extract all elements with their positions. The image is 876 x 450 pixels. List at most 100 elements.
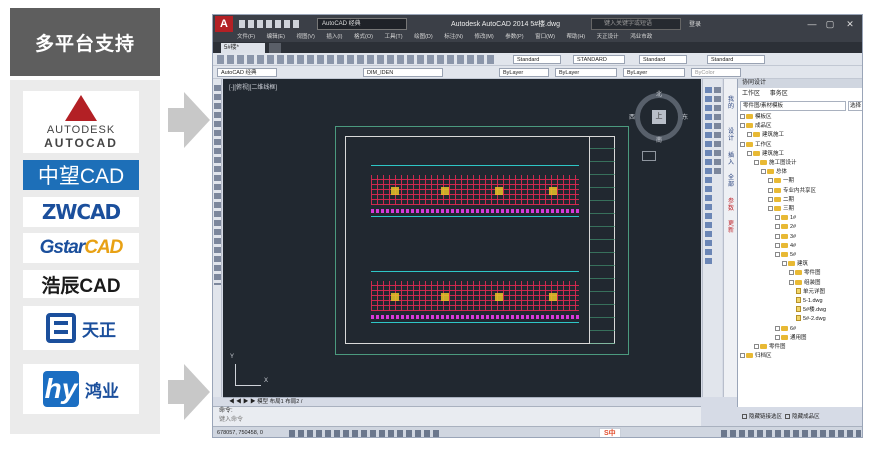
workspace-dropdown[interactable]: AutoCAD 经典 <box>317 18 407 30</box>
menu-hongye[interactable]: 鸿业市政 <box>630 34 652 40</box>
hide-link-checkbox[interactable] <box>742 414 747 419</box>
tree-folder[interactable]: 三期 <box>768 205 794 214</box>
expand-toggle-icon[interactable] <box>775 252 780 257</box>
dim-style-combo[interactable]: STANDARD <box>573 55 625 64</box>
command-input[interactable]: 键入命令 <box>219 416 701 425</box>
close-button[interactable]: ✕ <box>843 17 857 31</box>
menu-edit[interactable]: 编辑(E) <box>267 34 285 40</box>
table-style-combo[interactable]: Standard <box>639 55 687 64</box>
draw-tool-icons[interactable] <box>214 85 221 285</box>
expand-toggle-icon[interactable] <box>789 270 794 276</box>
viewcube[interactable]: 上 北 西 东 南 <box>629 92 688 144</box>
drafting-toggle-icons[interactable] <box>289 430 439 437</box>
expand-toggle-icon[interactable] <box>768 187 773 193</box>
new-tab-button[interactable] <box>269 43 281 53</box>
tree-folder[interactable]: 零件图 <box>754 343 786 352</box>
tree-folder[interactable]: 施工图设计 <box>754 159 797 168</box>
tree-folder[interactable]: 一期 <box>768 177 794 186</box>
project-tree[interactable]: 模板区 成品区 建筑施工 工作区 建筑施工 施工图设计 总体 一期 专业内共享区 二期 三期 1# 2#… <box>740 113 862 383</box>
viewcube-east[interactable]: 东 <box>682 112 688 121</box>
tab-workspace[interactable]: 工作区 <box>742 91 760 97</box>
menu-file[interactable]: 文件(F) <box>237 34 255 40</box>
workspace-combo[interactable]: AutoCAD 经典 <box>217 68 277 77</box>
expand-toggle-icon[interactable] <box>740 123 745 129</box>
side-tab-update[interactable]: 更新 <box>726 221 736 235</box>
side-tab-params[interactable]: 参数 <box>726 199 736 213</box>
application-menu-button[interactable]: A <box>215 16 233 32</box>
tree-folder[interactable]: 建筑 <box>782 260 808 269</box>
expand-toggle-icon[interactable] <box>775 224 780 230</box>
minimize-button[interactable]: — <box>805 17 819 31</box>
tree-folder[interactable]: 建筑施工 <box>747 150 784 159</box>
viewcube-north[interactable]: 北 <box>656 89 662 98</box>
expand-toggle-icon[interactable] <box>740 353 745 359</box>
tree-file[interactable]: 5-1.dwg <box>796 297 823 306</box>
tree-file[interactable]: 5#楼.dwg <box>796 306 826 315</box>
tree-file[interactable]: 5#-2.dwg <box>796 315 826 324</box>
expand-toggle-icon[interactable] <box>775 242 780 248</box>
hide-finished-checkbox[interactable] <box>785 414 791 419</box>
viewcube-south[interactable]: 南 <box>656 135 662 144</box>
tree-folder[interactable]: 归档区 <box>740 352 772 361</box>
menu-tools[interactable]: 工具(T) <box>385 34 403 40</box>
status-tray-icons[interactable] <box>721 430 861 437</box>
search-input[interactable]: 键入关键字或短语 <box>591 18 681 30</box>
expand-toggle-icon[interactable] <box>740 114 745 119</box>
menu-format[interactable]: 格式(O) <box>354 34 373 40</box>
menu-draw[interactable]: 绘图(D) <box>414 34 433 40</box>
expand-toggle-icon[interactable] <box>782 261 787 267</box>
linetype-combo[interactable]: ByLayer <box>555 68 617 77</box>
expand-toggle-icon[interactable] <box>775 325 780 331</box>
tree-folder[interactable]: 2# <box>775 223 796 232</box>
expand-toggle-icon[interactable] <box>747 150 752 156</box>
tree-folder[interactable]: 1# <box>775 214 796 223</box>
select-button[interactable]: 选择 <box>848 101 862 111</box>
tree-folder[interactable]: 组装图 <box>789 279 821 288</box>
tree-folder[interactable]: 零件图 <box>789 269 821 278</box>
expand-toggle-icon[interactable] <box>775 233 780 239</box>
lineweight-combo[interactable]: ByLayer <box>623 68 685 77</box>
menu-view[interactable]: 视图(V) <box>296 34 314 40</box>
standard-toolbar-icons[interactable] <box>217 55 497 64</box>
layout-tabs[interactable]: ◀ ◀ ▶ ▶ 模型 布局1 布局2 / <box>223 397 701 406</box>
expand-toggle-icon[interactable] <box>754 344 759 349</box>
viewcube-west[interactable]: 西 <box>629 112 635 121</box>
tab-transactions[interactable]: 事务区 <box>770 91 788 97</box>
maximize-button[interactable]: ▢ <box>823 17 837 31</box>
document-tab[interactable]: 5#楼* <box>221 43 265 53</box>
login-button[interactable]: 登录 <box>689 19 701 28</box>
quick-access-toolbar[interactable] <box>239 20 299 28</box>
tree-folder[interactable]: 6# <box>775 325 796 334</box>
wcs-menu[interactable] <box>642 151 656 161</box>
expand-toggle-icon[interactable] <box>761 169 766 175</box>
tree-folder[interactable]: 3# <box>775 233 796 242</box>
expand-toggle-icon[interactable] <box>789 279 794 285</box>
tree-folder[interactable]: 工作区 <box>740 141 772 150</box>
expand-toggle-icon[interactable] <box>768 178 773 184</box>
modify-tool-icons[interactable] <box>705 87 712 267</box>
viewcube-top-face[interactable]: 上 <box>652 110 666 124</box>
menu-parametric[interactable]: 参数(P) <box>505 34 523 40</box>
expand-toggle-icon[interactable] <box>768 206 773 211</box>
menu-help[interactable]: 帮助(H) <box>566 34 585 40</box>
drawing-canvas[interactable]: [-][俯视][二维线框] 上 北 西 东 南 Y X <box>223 79 701 397</box>
side-tab-design[interactable]: 设计 <box>726 129 736 143</box>
tree-folder[interactable]: 二期 <box>768 196 794 205</box>
expand-toggle-icon[interactable] <box>768 196 773 202</box>
viewport-controls[interactable]: [-][俯视][二维线框] <box>229 82 277 91</box>
menu-window[interactable]: 窗口(W) <box>535 34 555 40</box>
tree-file[interactable]: 单元详图 <box>796 287 825 297</box>
filter-field[interactable]: 零件图/素材模板 <box>740 101 846 111</box>
expand-toggle-icon[interactable] <box>775 215 780 221</box>
plotstyle-combo[interactable]: ByColor <box>691 68 741 77</box>
object-tool-icons[interactable] <box>714 87 721 177</box>
menu-insert[interactable]: 插入(I) <box>326 34 342 40</box>
side-tab-all[interactable]: 全部 <box>726 175 736 189</box>
mleader-style-combo[interactable]: Standard <box>707 55 765 64</box>
layer-combo[interactable]: DIM_IDEN <box>363 68 443 77</box>
tree-folder[interactable]: 模板区 <box>740 113 772 122</box>
command-line[interactable]: 命令: 键入命令 <box>213 406 701 426</box>
expand-toggle-icon[interactable] <box>740 141 745 147</box>
tree-folder[interactable]: 4# <box>775 242 796 251</box>
input-method-indicator[interactable]: S中 <box>599 428 621 437</box>
